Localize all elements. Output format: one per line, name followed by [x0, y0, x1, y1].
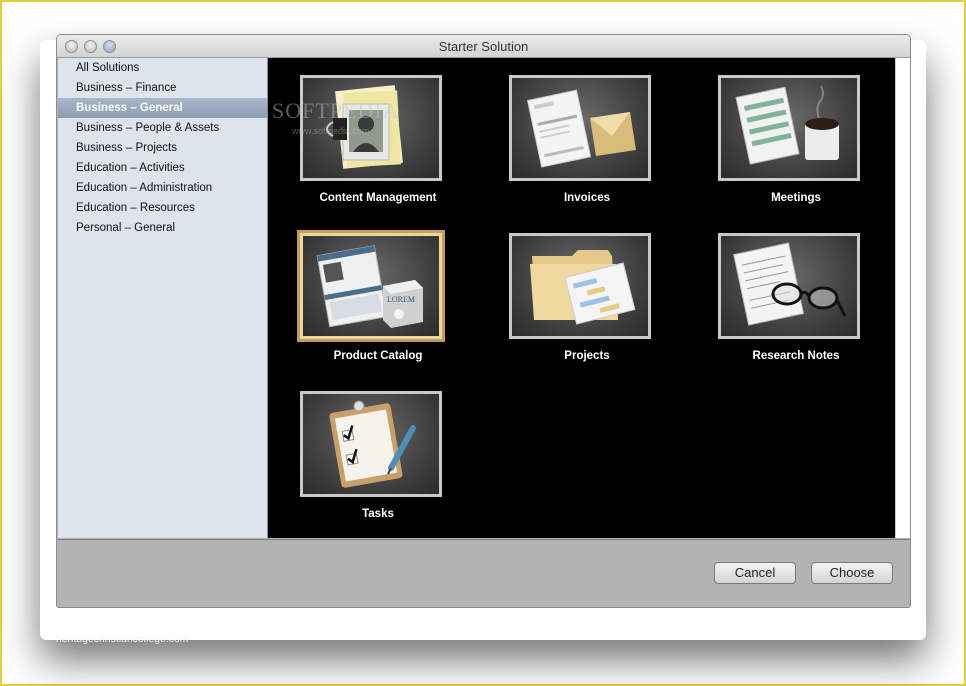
solution-label: Research Notes	[752, 350, 840, 362]
svg-text:LOREM: LOREM	[387, 295, 415, 304]
sidebar-item-education-activities[interactable]: Education – Activities	[58, 158, 267, 178]
dialog-footer: Cancel Choose	[57, 539, 910, 607]
catalog-box-icon: LOREM	[297, 230, 445, 342]
choose-button[interactable]: Choose	[811, 562, 893, 584]
sidebar-item-business-projects[interactable]: Business – Projects	[58, 138, 267, 158]
invoice-envelope-icon	[509, 75, 651, 181]
sidebar-item-all-solutions[interactable]: All Solutions	[58, 58, 267, 78]
solution-invoices[interactable]: Invoices	[487, 75, 651, 225]
sidebar-item-business-general[interactable]: Business – General	[58, 98, 267, 118]
solution-label: Content Management	[319, 192, 437, 204]
agenda-coffee-icon	[718, 75, 860, 181]
solution-label: Invoices	[563, 192, 611, 204]
sidebar-item-personal-general[interactable]: Personal – General	[58, 218, 267, 238]
cancel-button[interactable]: Cancel	[714, 562, 796, 584]
solution-label: Product Catalog	[333, 350, 423, 362]
solution-label: Tasks	[362, 508, 394, 520]
site-watermark: heritagechristiancollege.com	[56, 634, 189, 645]
sidebar-item-business-finance[interactable]: Business – Finance	[58, 78, 267, 98]
sidebar-item-education-resources[interactable]: Education – Resources	[58, 198, 267, 218]
sidebar-item-education-administration[interactable]: Education – Administration	[58, 178, 267, 198]
solution-projects[interactable]: Projects	[487, 233, 651, 383]
notes-glasses-icon	[718, 233, 860, 339]
solution-label: Meetings	[771, 192, 821, 204]
window-title: Starter Solution	[438, 39, 529, 54]
solution-product-catalog[interactable]: LOREM Product Catalog	[278, 230, 445, 383]
starter-solution-window: Starter Solution All Solutions Business …	[56, 34, 911, 608]
title-bar[interactable]: Starter Solution	[57, 35, 910, 58]
category-sidebar: All Solutions Business – Finance Busines…	[58, 58, 268, 538]
softpedia-watermark: SOFTPEDIA	[272, 98, 400, 123]
solution-label: Projects	[564, 350, 610, 362]
content-scroll-area[interactable]	[895, 58, 910, 538]
solution-research-notes[interactable]: Research Notes	[696, 233, 860, 383]
softpedia-url-watermark: www.softpedia.com	[292, 126, 370, 136]
folder-gantt-icon	[509, 233, 651, 339]
sidebar-item-business-people-assets[interactable]: Business – People & Assets	[58, 118, 267, 138]
solution-meetings[interactable]: Meetings	[696, 75, 860, 225]
clipboard-pen-icon	[300, 391, 442, 497]
solution-tasks[interactable]: Tasks	[278, 391, 442, 541]
